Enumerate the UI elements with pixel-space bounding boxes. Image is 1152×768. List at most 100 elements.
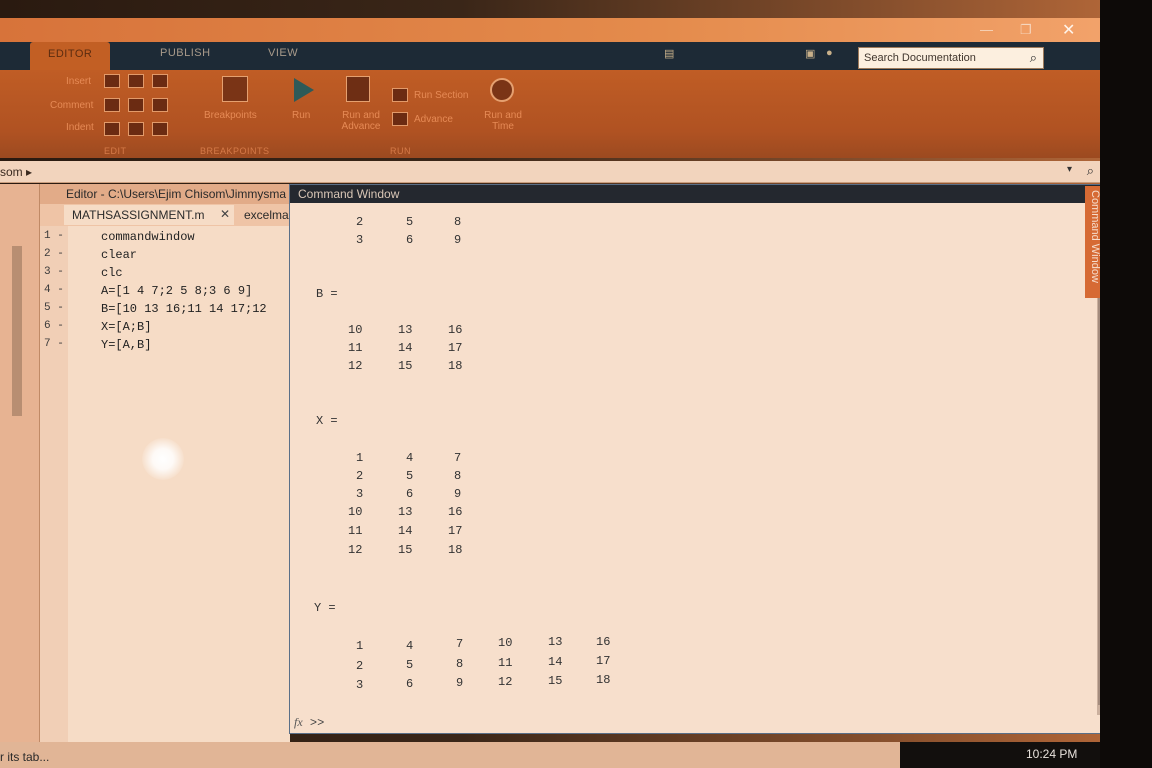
matrix-cell: 7 bbox=[454, 451, 462, 465]
indent-icon[interactable] bbox=[104, 122, 120, 136]
command-window-title: Command Window bbox=[290, 185, 1111, 203]
function-browser-icon[interactable]: fx bbox=[294, 715, 303, 729]
code-line[interactable]: B=[10 13 16;11 14 17;12 bbox=[101, 302, 267, 316]
increase-indent-icon[interactable] bbox=[128, 122, 144, 136]
code-line[interactable]: commandwindow bbox=[101, 230, 195, 244]
tab-editor[interactable]: EDITOR bbox=[30, 42, 111, 70]
breadcrumb[interactable]: som ▸ bbox=[0, 165, 32, 179]
settings-icon[interactable]: ▣ bbox=[805, 47, 816, 60]
decrease-indent-icon[interactable] bbox=[152, 122, 168, 136]
matrix-cell: 15 bbox=[548, 674, 563, 688]
matrix-cell: 10 bbox=[498, 636, 513, 650]
run-and-advance-label[interactable]: Run and Advance bbox=[336, 110, 386, 132]
advance-label[interactable]: Advance bbox=[414, 114, 453, 125]
code-line[interactable]: clear bbox=[101, 248, 137, 262]
matrix-cell: 7 bbox=[456, 637, 464, 651]
search-documentation-input[interactable]: Search Documentation ⌕ bbox=[858, 47, 1044, 69]
chevron-down-icon[interactable]: ▾ bbox=[1067, 164, 1072, 175]
search-icon[interactable]: ⌕ bbox=[1030, 50, 1037, 66]
matrix-cell: 3 bbox=[356, 487, 364, 501]
restore-icon[interactable]: ❐ bbox=[1020, 22, 1032, 38]
output-label: Y = bbox=[314, 601, 336, 615]
breakpoints-icon[interactable] bbox=[222, 76, 248, 102]
close-icon[interactable]: ✕ bbox=[1062, 20, 1075, 40]
line-number: 3 - bbox=[44, 266, 64, 278]
run-icon[interactable] bbox=[294, 78, 314, 102]
run-and-time-icon[interactable] bbox=[490, 78, 514, 102]
matrix-cell: 5 bbox=[406, 215, 414, 229]
matrix-cell: 18 bbox=[596, 673, 611, 687]
matrix-cell: 13 bbox=[548, 635, 563, 649]
line-number: 2 - bbox=[44, 248, 64, 260]
line-number: 1 - bbox=[44, 230, 64, 242]
matrix-cell: 12 bbox=[498, 675, 513, 689]
code-line[interactable]: A=[1 4 7;2 5 8;3 6 9] bbox=[101, 284, 252, 298]
screen-glare bbox=[142, 438, 184, 480]
matrix-cell: 10 bbox=[348, 505, 363, 519]
address-bar[interactable]: som ▸ ▾ ⌕ bbox=[0, 161, 1100, 183]
screen-bezel bbox=[1100, 0, 1152, 768]
code-line[interactable]: Y=[A,B] bbox=[101, 338, 151, 352]
run-section-icon[interactable] bbox=[392, 88, 408, 102]
matrix-cell: 1 bbox=[356, 639, 364, 653]
run-and-time-label[interactable]: Run and Time bbox=[480, 110, 526, 132]
minimize-icon[interactable]: — bbox=[980, 22, 993, 37]
matrix-cell: 1 bbox=[356, 451, 364, 465]
comment-icon[interactable] bbox=[104, 98, 120, 112]
matrix-cell: 2 bbox=[356, 659, 364, 673]
command-window[interactable]: Command Window 2 5 8 3 6 9 B = 10 13 16 … bbox=[289, 184, 1112, 734]
code-line[interactable]: clc bbox=[101, 266, 123, 280]
editor-title: Editor - C:\Users\Ejim Chisom\Jimmysma bbox=[40, 184, 290, 204]
prompt-symbol: >> bbox=[309, 716, 325, 730]
function-icon[interactable] bbox=[128, 74, 144, 88]
help-icon[interactable]: ● bbox=[826, 47, 833, 59]
matrix-cell: 12 bbox=[348, 543, 363, 557]
matrix-cell: 9 bbox=[456, 676, 464, 690]
uncomment-icon[interactable] bbox=[128, 98, 144, 112]
matrix-cell: 12 bbox=[348, 359, 363, 373]
matrix-cell: 17 bbox=[596, 654, 611, 668]
matrix-cell: 2 bbox=[356, 469, 364, 483]
matrix-cell: 16 bbox=[448, 323, 463, 337]
command-prompt[interactable]: fx >> bbox=[294, 715, 324, 730]
matrix-cell: 8 bbox=[454, 215, 462, 229]
screen: — ❐ ✕ EDITOR PUBLISH VIEW ▤ ▣ ● Search D… bbox=[0, 0, 1152, 768]
matrix-cell: 16 bbox=[596, 635, 611, 649]
scrollbar[interactable] bbox=[12, 246, 22, 416]
run-section-label[interactable]: Run Section bbox=[414, 90, 468, 101]
search-icon[interactable]: ⌕ bbox=[1087, 163, 1094, 179]
tab-mathsassignment[interactable]: MATHSASSIGNMENT.m bbox=[64, 205, 234, 225]
matrix-cell: 4 bbox=[406, 451, 414, 465]
matrix-cell: 17 bbox=[448, 341, 463, 355]
matrix-cell: 14 bbox=[398, 524, 413, 538]
breakpoints-label[interactable]: Breakpoints bbox=[204, 110, 257, 121]
wrap-comment-icon[interactable] bbox=[152, 98, 168, 112]
ribbon: Insert Comment Indent Breakpoints Run Ru… bbox=[0, 70, 1100, 158]
matrix-cell: 11 bbox=[498, 656, 513, 670]
search-placeholder: Search Documentation bbox=[864, 52, 976, 64]
run-and-advance-icon[interactable] bbox=[346, 76, 370, 102]
line-number: 5 - bbox=[44, 302, 64, 314]
save-icon[interactable]: ▤ bbox=[664, 47, 675, 60]
advance-icon[interactable] bbox=[392, 112, 408, 126]
tab-excelma[interactable]: excelma bbox=[236, 205, 290, 225]
code-line[interactable]: X=[A;B] bbox=[101, 320, 151, 334]
tab-publish[interactable]: PUBLISH bbox=[160, 47, 211, 59]
comment-label[interactable]: Comment bbox=[50, 100, 93, 111]
close-tab-icon[interactable]: ✕ bbox=[220, 207, 230, 221]
section-run: RUN bbox=[390, 146, 411, 156]
matrix-cell: 2 bbox=[356, 215, 364, 229]
matrix-cell: 6 bbox=[406, 487, 414, 501]
clock[interactable]: 10:24 PM bbox=[1026, 747, 1077, 761]
matrix-cell: 18 bbox=[448, 359, 463, 373]
insert-label[interactable]: Insert bbox=[66, 76, 91, 87]
title-bar: — ❐ ✕ bbox=[0, 18, 1100, 42]
matrix-cell: 10 bbox=[348, 323, 363, 337]
indent-label[interactable]: Indent bbox=[66, 122, 94, 133]
insert-box-icon[interactable] bbox=[152, 74, 168, 88]
status-text: r its tab... bbox=[0, 750, 50, 764]
insert-icon[interactable] bbox=[104, 74, 120, 88]
run-label[interactable]: Run bbox=[292, 110, 310, 121]
tab-view[interactable]: VIEW bbox=[268, 47, 298, 59]
section-edit: EDIT bbox=[104, 146, 127, 156]
